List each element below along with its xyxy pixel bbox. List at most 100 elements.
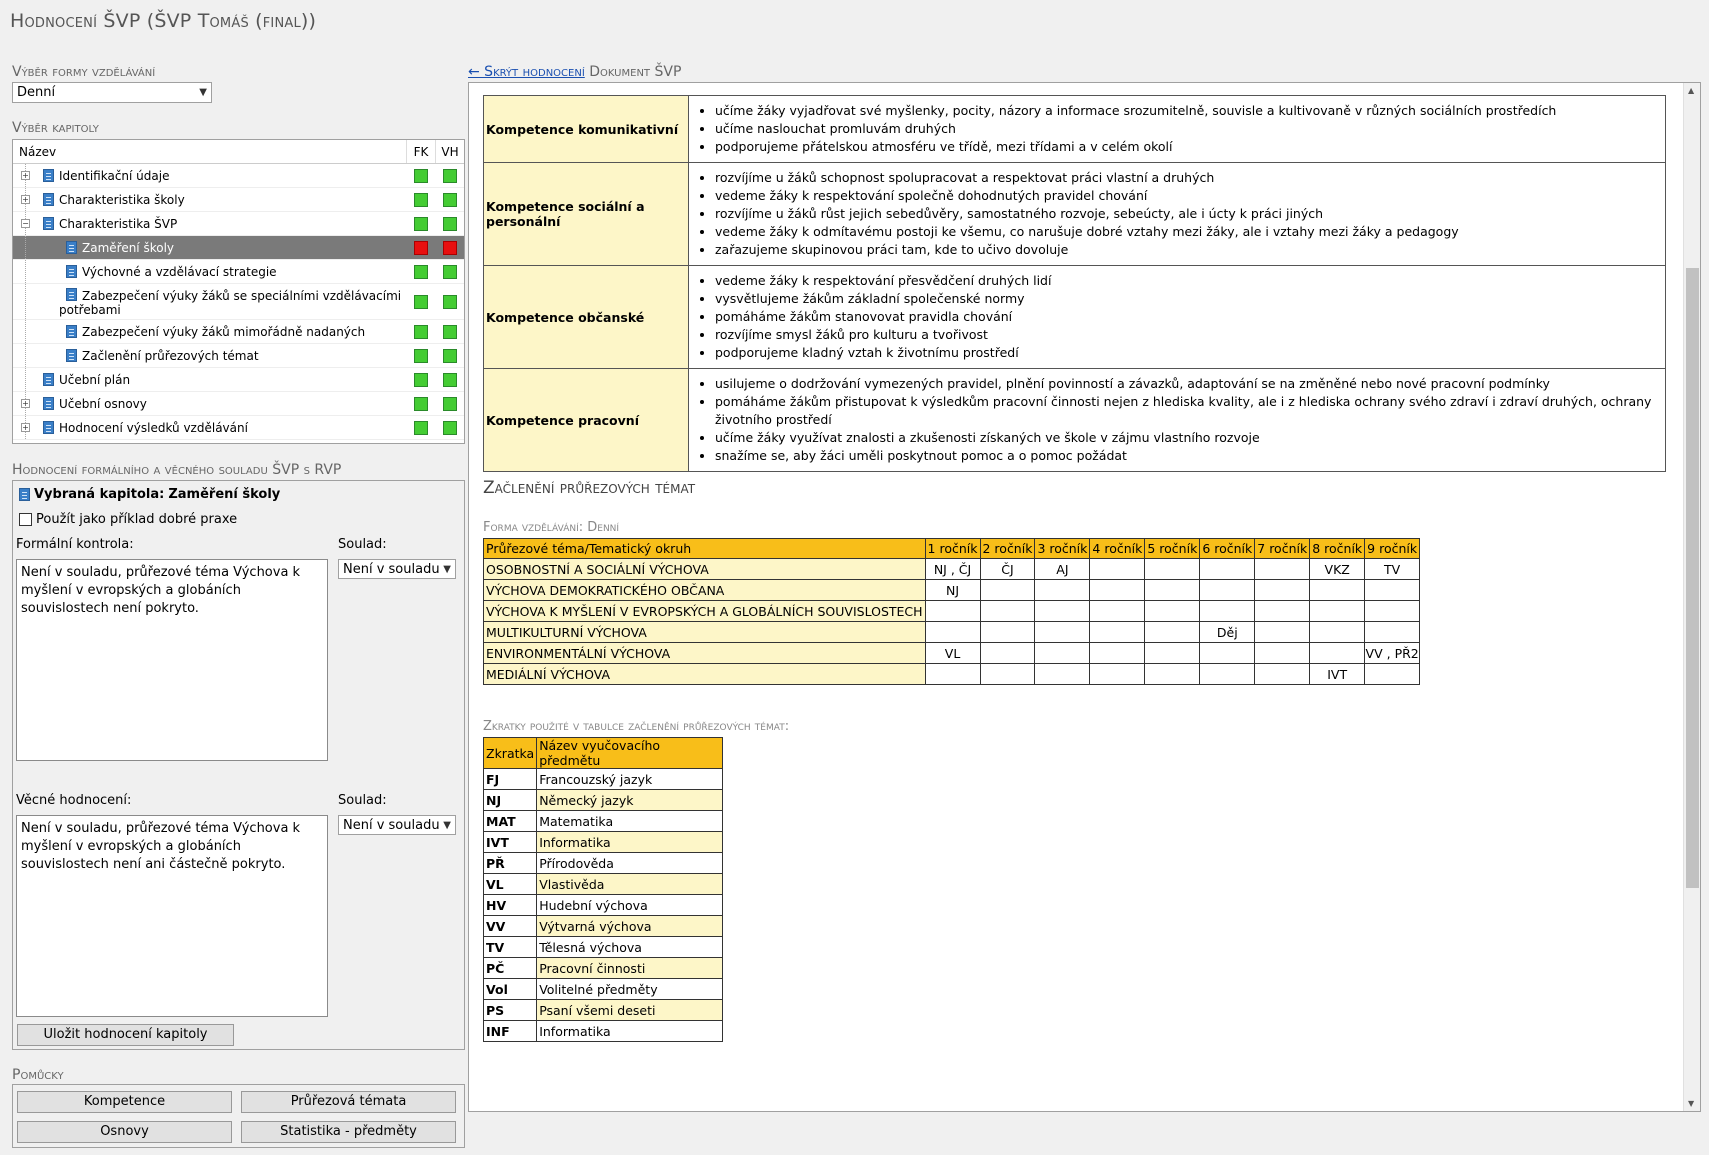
kapitola-label: Výběr kapitoly	[12, 120, 99, 136]
competence-items: usilujeme o dodržování vymezených pravid…	[688, 368, 1666, 472]
table-row: PS Psaní všemi deseti	[482, 999, 724, 1021]
statistika-button[interactable]: Statistika - předměty	[241, 1121, 456, 1143]
competence-table: Kompetence komunikativní učíme žáky vyjad…	[483, 95, 1666, 472]
list-item: vedeme žáky k respektování společně doho…	[715, 187, 1657, 205]
table-cell	[1089, 579, 1146, 601]
vecne-soulad-select[interactable]: Není v souladu ▼	[338, 815, 456, 835]
tree-header-fk: FK	[406, 140, 435, 163]
table-row: PŘ Přírodověda	[482, 852, 724, 874]
tree-row[interactable]: Zaměření školy	[13, 236, 464, 260]
hide-evaluation-link[interactable]: ← Skrýt hodnocení	[468, 64, 585, 80]
good-practice-option[interactable]: Použít jako příklad dobré praxe	[19, 512, 237, 527]
scroll-up-icon[interactable]: ▲	[1688, 86, 1694, 95]
forma-label: Výběr formy vzdělávání	[12, 64, 156, 80]
abbr-code: PS	[482, 999, 538, 1021]
list-item: rozvíjíme u žáků růst jejich sebedůvěry,…	[715, 205, 1657, 223]
expand-icon[interactable]: +	[21, 399, 30, 408]
document-view[interactable]: Kompetence komunikativní učíme žáky vyjad…	[468, 82, 1701, 1112]
tree-header-name: Název	[19, 144, 57, 159]
document-icon	[66, 241, 77, 254]
tree-row[interactable]: Učební plán	[13, 368, 464, 392]
prurezova-temata-button[interactable]: Průřezová témata	[241, 1091, 456, 1113]
status-fk-icon	[413, 372, 428, 387]
abbr-subject: Volitelné předměty	[536, 978, 724, 1000]
tree-row[interactable]: − Charakteristika ŠVP	[13, 212, 464, 236]
list-item: rozvíjíme u žáků schopnost spolupracovat…	[715, 169, 1657, 187]
table-row: ENVIRONMENTÁLNÍ VÝCHOVA VL VV , PŘ2	[483, 642, 1421, 664]
abbr-code: PČ	[482, 957, 538, 979]
tree-row-name: Zabezpečení výuky žáků mimořádně nadanýc…	[13, 320, 406, 343]
expand-icon[interactable]: +	[21, 423, 30, 432]
tree-item-label: Hodnocení výsledků vzdělávání	[59, 421, 248, 435]
document-header: ← Skrýt hodnocení Dokument ŠVP	[468, 64, 681, 80]
list-item: vedeme žáky k odmítavému postoji ke všem…	[715, 223, 1657, 241]
expand-icon[interactable]: +	[21, 171, 30, 180]
table-row: VÝCHOVA K MYŠLENÍ V EVROPSKÝCH A GLOBÁLN…	[483, 600, 1421, 622]
table-cell	[1089, 600, 1146, 622]
tree-vh-cell	[435, 344, 464, 367]
tree-fk-cell	[406, 320, 435, 343]
formal-soulad-select[interactable]: Není v souladu ▼	[338, 559, 456, 579]
document-icon	[66, 288, 77, 301]
collapse-icon[interactable]: −	[21, 219, 30, 228]
pomucky-label: Pomůcky	[12, 1067, 64, 1083]
tree-header-vh: VH	[435, 140, 464, 163]
forma-select[interactable]: Denní ▼	[12, 82, 212, 103]
kompetence-button[interactable]: Kompetence	[17, 1091, 232, 1113]
table-cell	[1144, 642, 1201, 664]
list-item: podporujeme kladný vztah k životnímu pro…	[715, 344, 1657, 362]
tree-row[interactable]: Zabezpečení výuky žáků mimořádně nadanýc…	[13, 320, 464, 344]
tree-row[interactable]: Zabezpečení výuky žáků se speciálními vz…	[13, 284, 464, 320]
tree-row-name: + Hodnocení výsledků vzdělávání	[13, 416, 406, 439]
abbr-subject: Informatika	[536, 831, 724, 853]
abbr-code: HV	[482, 894, 538, 916]
tree-fk-cell	[406, 188, 435, 211]
vecne-soulad-label: Soulad:	[338, 793, 387, 808]
tree-row-name: Zabezpečení výuky žáků se speciálními vz…	[13, 284, 406, 319]
table-cell	[1034, 642, 1091, 664]
tree-fk-cell	[406, 416, 435, 439]
page-title: Hodnocení ŠVP (ŠVP Tomáš (final))	[10, 10, 317, 32]
tree-row[interactable]: + Hodnocení výsledků vzdělávání	[13, 416, 464, 440]
status-fk-icon	[413, 420, 428, 435]
document-icon	[43, 217, 54, 230]
osnovy-button[interactable]: Osnovy	[17, 1121, 232, 1143]
expand-icon[interactable]: +	[21, 195, 30, 204]
table-cell	[1089, 663, 1146, 685]
column-header: 2 ročník	[979, 538, 1036, 559]
abbr-subject: Francouzský jazyk	[536, 768, 724, 790]
column-header: Průřezové téma/Tematický okruh	[483, 538, 926, 559]
table-cell	[1254, 621, 1311, 643]
tree-row[interactable]: Výchovné a vzdělávací strategie	[13, 260, 464, 284]
column-header: 6 ročník	[1199, 538, 1256, 559]
vertical-scrollbar[interactable]: ▲ ▼	[1683, 83, 1700, 1111]
table-cell	[979, 600, 1036, 622]
topic-name: ENVIRONMENTÁLNÍ VÝCHOVA	[483, 642, 926, 664]
abbr-code: PŘ	[482, 852, 538, 874]
save-evaluation-button[interactable]: Uložit hodnocení kapitoly	[17, 1024, 234, 1046]
scroll-thumb[interactable]	[1686, 268, 1699, 888]
good-practice-checkbox[interactable]	[19, 513, 32, 526]
table-cell	[1034, 600, 1091, 622]
tree-row[interactable]: + Charakteristika školy	[13, 188, 464, 212]
competence-list: učíme žáky vyjadřovat své myšlenky, poci…	[715, 102, 1657, 156]
tree-row[interactable]: + Identifikační údaje	[13, 164, 464, 188]
table-cell	[1034, 663, 1091, 685]
selected-chapter-prefix: Vybraná kapitola:	[34, 487, 165, 502]
tree-guide-line	[25, 320, 26, 343]
tree-row[interactable]: + Učební osnovy	[13, 392, 464, 416]
competence-name: Kompetence sociální a personální	[483, 162, 689, 266]
tree-vh-cell	[435, 392, 464, 415]
formal-textarea[interactable]: Není v souladu, průřezové téma Výchova k…	[16, 559, 328, 761]
scroll-down-icon[interactable]: ▼	[1688, 1099, 1694, 1108]
table-row: MAT Matematika	[482, 810, 724, 832]
tree-row[interactable]: Začlenění průřezových témat	[13, 344, 464, 368]
chevron-down-icon: ▼	[199, 87, 207, 98]
vecne-textarea[interactable]: Není v souladu, průřezové téma Výchova k…	[16, 815, 328, 1017]
list-item: rozvíjíme smysl žáků pro kulturu a tvoři…	[715, 326, 1657, 344]
tree-fk-cell	[406, 344, 435, 367]
table-cell	[979, 579, 1036, 601]
competence-name: Kompetence občanské	[483, 265, 689, 369]
tree-guide-line	[25, 260, 26, 283]
table-cell	[924, 663, 981, 685]
